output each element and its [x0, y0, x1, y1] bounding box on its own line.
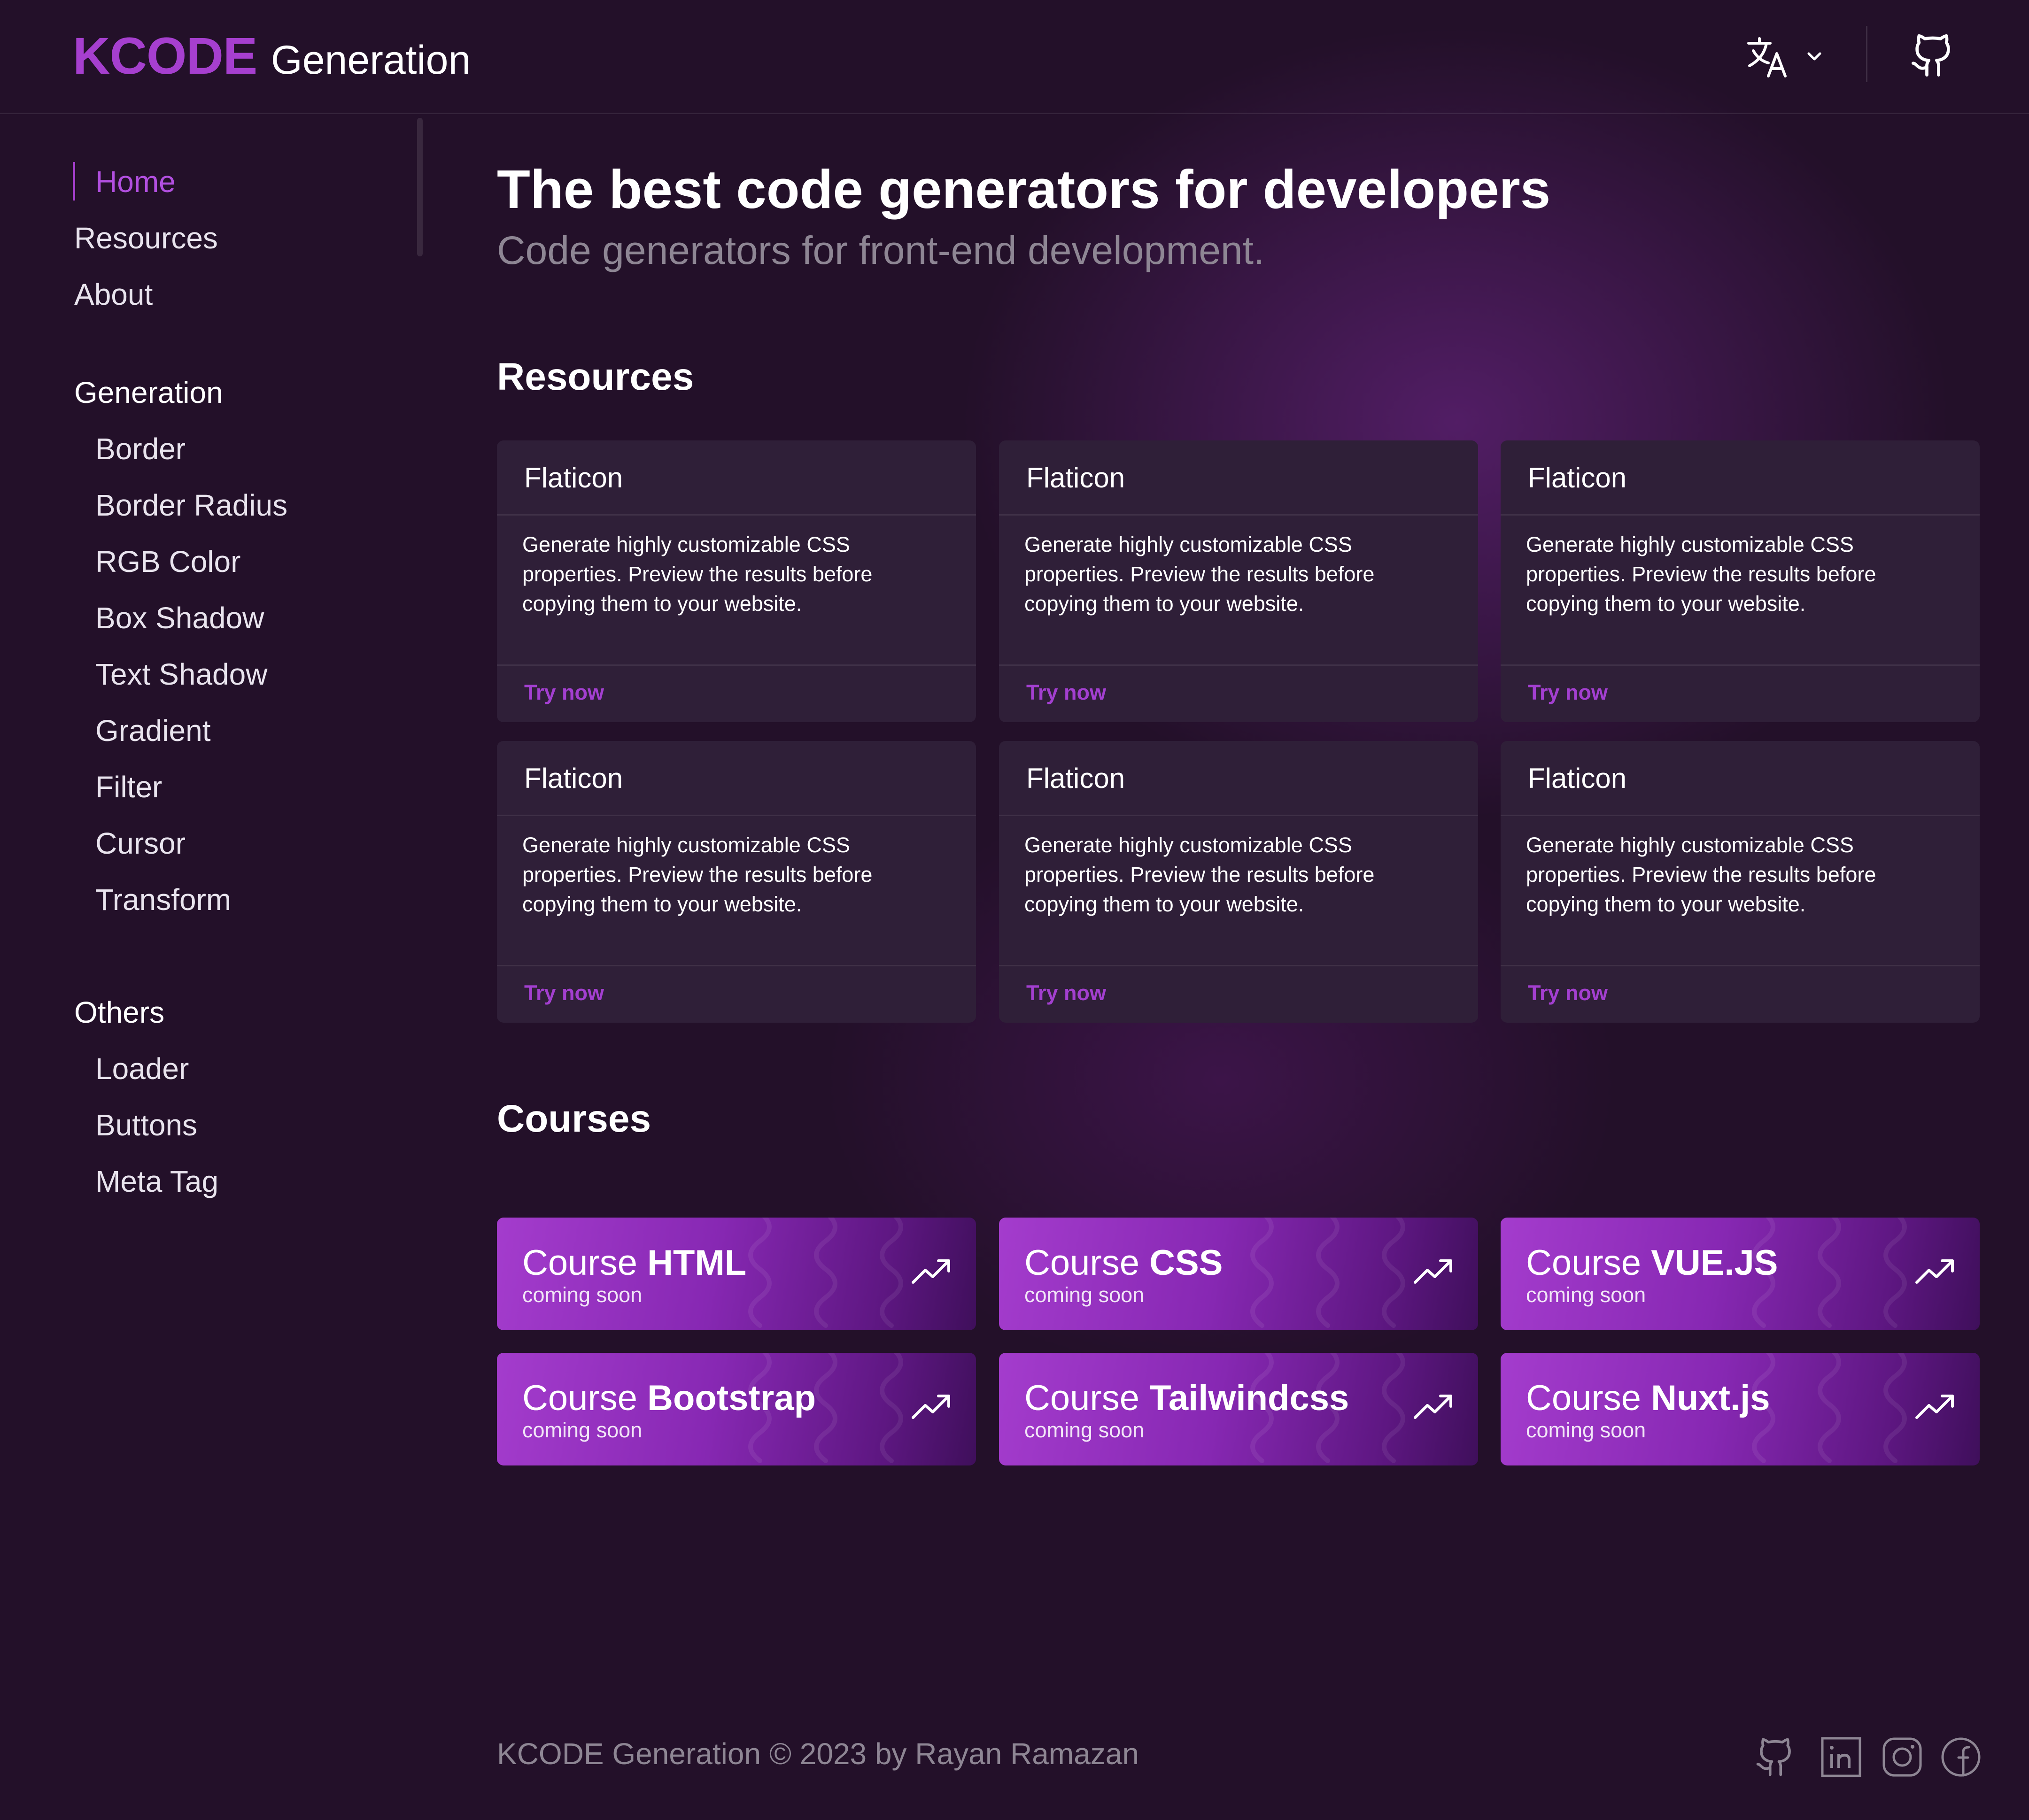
sidebar-item-loader[interactable]: Loader — [95, 1050, 189, 1087]
resource-card: Flaticon Generate highly customizable CS… — [1501, 741, 1980, 1023]
page-title: The best code generators for developers — [497, 159, 1551, 220]
trending-up-icon — [1915, 1395, 1954, 1419]
course-title: Course Nuxt.js — [1526, 1378, 1770, 1418]
course-status: coming soon — [1526, 1418, 1646, 1442]
resource-card-title: Flaticon — [999, 440, 1478, 516]
resource-card-title: Flaticon — [1501, 440, 1980, 516]
chevron-down-icon — [1807, 52, 1821, 61]
course-status: coming soon — [522, 1418, 643, 1442]
page-subtitle: Code generators for front-end developmen… — [497, 228, 1265, 272]
trending-up-icon — [1915, 1259, 1954, 1284]
resource-card: Flaticon Generate highly customizable CS… — [497, 741, 976, 1023]
course-card-nuxtjs[interactable]: Course Nuxt.js coming soon — [1501, 1353, 1980, 1465]
resource-card-title: Flaticon — [497, 440, 976, 516]
sidebar-item-border-radius[interactable]: Border Radius — [95, 486, 287, 524]
instagram-icon — [1882, 1737, 1922, 1777]
language-switcher[interactable] — [1745, 33, 1825, 80]
resource-card-title: Flaticon — [497, 741, 976, 816]
sidebar-item-cursor[interactable]: Cursor — [95, 825, 186, 862]
footer-instagram-link[interactable] — [1881, 1736, 1923, 1778]
try-now-link[interactable]: Try now — [1528, 680, 1608, 704]
resource-card-description: Generate highly customizable CSS propert… — [1501, 816, 1980, 966]
course-title: Course CSS — [1024, 1243, 1223, 1283]
courses-heading: Courses — [497, 1097, 651, 1140]
course-status: coming soon — [1024, 1283, 1145, 1307]
try-now-link[interactable]: Try now — [524, 981, 604, 1005]
resource-card: Flaticon Generate highly customizable CS… — [1501, 440, 1980, 722]
footer-github-link[interactable] — [1754, 1736, 1797, 1778]
logo[interactable]: KCODE Generation — [73, 23, 471, 93]
course-status: coming soon — [1526, 1283, 1646, 1307]
header-divider — [1866, 26, 1867, 82]
resource-card: Flaticon Generate highly customizable CS… — [999, 440, 1478, 722]
resource-card-description: Generate highly customizable CSS propert… — [497, 516, 976, 666]
try-now-link[interactable]: Try now — [524, 680, 604, 704]
course-card-bootstrap[interactable]: Course Bootstrap coming soon — [497, 1353, 976, 1465]
linkedin-icon — [1821, 1737, 1861, 1777]
sidebar-item-box-shadow[interactable]: Box Shadow — [95, 599, 264, 637]
sidebar-group-others: Others — [74, 995, 165, 1029]
sidebar-item-gradient[interactable]: Gradient — [95, 712, 210, 749]
github-link[interactable] — [1909, 32, 1956, 79]
sidebar-item-home[interactable]: Home — [95, 163, 176, 201]
try-now-link[interactable]: Try now — [1528, 981, 1608, 1005]
try-now-link[interactable]: Try now — [1026, 680, 1106, 704]
course-title: Course VUE.JS — [1526, 1243, 1778, 1283]
resource-card-description: Generate highly customizable CSS propert… — [999, 816, 1478, 966]
trending-up-icon — [912, 1395, 950, 1419]
header: KCODE Generation — [0, 0, 2029, 114]
sidebar-group-generation: Generation — [74, 376, 223, 409]
sidebar-item-rgb-color[interactable]: RGB Color — [95, 543, 240, 580]
sidebar-item-resources[interactable]: Resources — [74, 219, 218, 257]
github-icon — [1912, 34, 1950, 77]
sidebar-item-transform[interactable]: Transform — [95, 881, 231, 918]
footer-linkedin-link[interactable] — [1820, 1736, 1862, 1778]
logo-main: KCODE — [73, 27, 257, 85]
resource-card-title: Flaticon — [999, 741, 1478, 816]
course-status: coming soon — [1024, 1418, 1145, 1442]
course-title: Course HTML — [522, 1243, 747, 1283]
course-card-html[interactable]: Course HTML coming soon — [497, 1218, 976, 1330]
course-card-vuejs[interactable]: Course VUE.JS coming soon — [1501, 1218, 1980, 1330]
footer-copyright: KCODE Generation © 2023 by Rayan Ramazan — [497, 1737, 1139, 1771]
trending-up-icon — [1414, 1395, 1452, 1419]
sidebar-item-border[interactable]: Border — [95, 430, 186, 468]
translate-icon — [1747, 37, 1787, 77]
footer-facebook-link[interactable] — [1940, 1736, 1982, 1778]
sidebar-item-about[interactable]: About — [74, 276, 153, 313]
resource-card: Flaticon Generate highly customizable CS… — [497, 440, 976, 722]
course-title: Course Tailwindcss — [1024, 1378, 1349, 1418]
resources-heading: Resources — [497, 355, 694, 398]
trending-up-icon — [912, 1259, 950, 1284]
sidebar-scrollbar[interactable] — [417, 118, 423, 256]
sidebar-item-buttons[interactable]: Buttons — [95, 1106, 197, 1144]
course-status: coming soon — [522, 1283, 643, 1307]
logo-sub: Generation — [271, 38, 471, 83]
sidebar: Home Resources About Generation Border B… — [0, 114, 423, 1382]
active-indicator — [73, 162, 75, 201]
trending-up-icon — [1414, 1259, 1452, 1284]
resource-card: Flaticon Generate highly customizable CS… — [999, 741, 1478, 1023]
resource-card-description: Generate highly customizable CSS propert… — [999, 516, 1478, 666]
sidebar-item-meta-tag[interactable]: Meta Tag — [95, 1163, 218, 1200]
sidebar-item-filter[interactable]: Filter — [95, 768, 162, 806]
resource-card-description: Generate highly customizable CSS propert… — [497, 816, 976, 966]
resource-card-title: Flaticon — [1501, 741, 1980, 816]
course-title: Course Bootstrap — [522, 1378, 816, 1418]
course-card-tailwindcss[interactable]: Course Tailwindcss coming soon — [999, 1353, 1478, 1465]
github-icon — [1756, 1738, 1791, 1776]
sidebar-item-text-shadow[interactable]: Text Shadow — [95, 656, 267, 693]
try-now-link[interactable]: Try now — [1026, 981, 1106, 1005]
resource-card-description: Generate highly customizable CSS propert… — [1501, 516, 1980, 666]
facebook-icon — [1941, 1737, 1981, 1777]
course-card-css[interactable]: Course CSS coming soon — [999, 1218, 1478, 1330]
